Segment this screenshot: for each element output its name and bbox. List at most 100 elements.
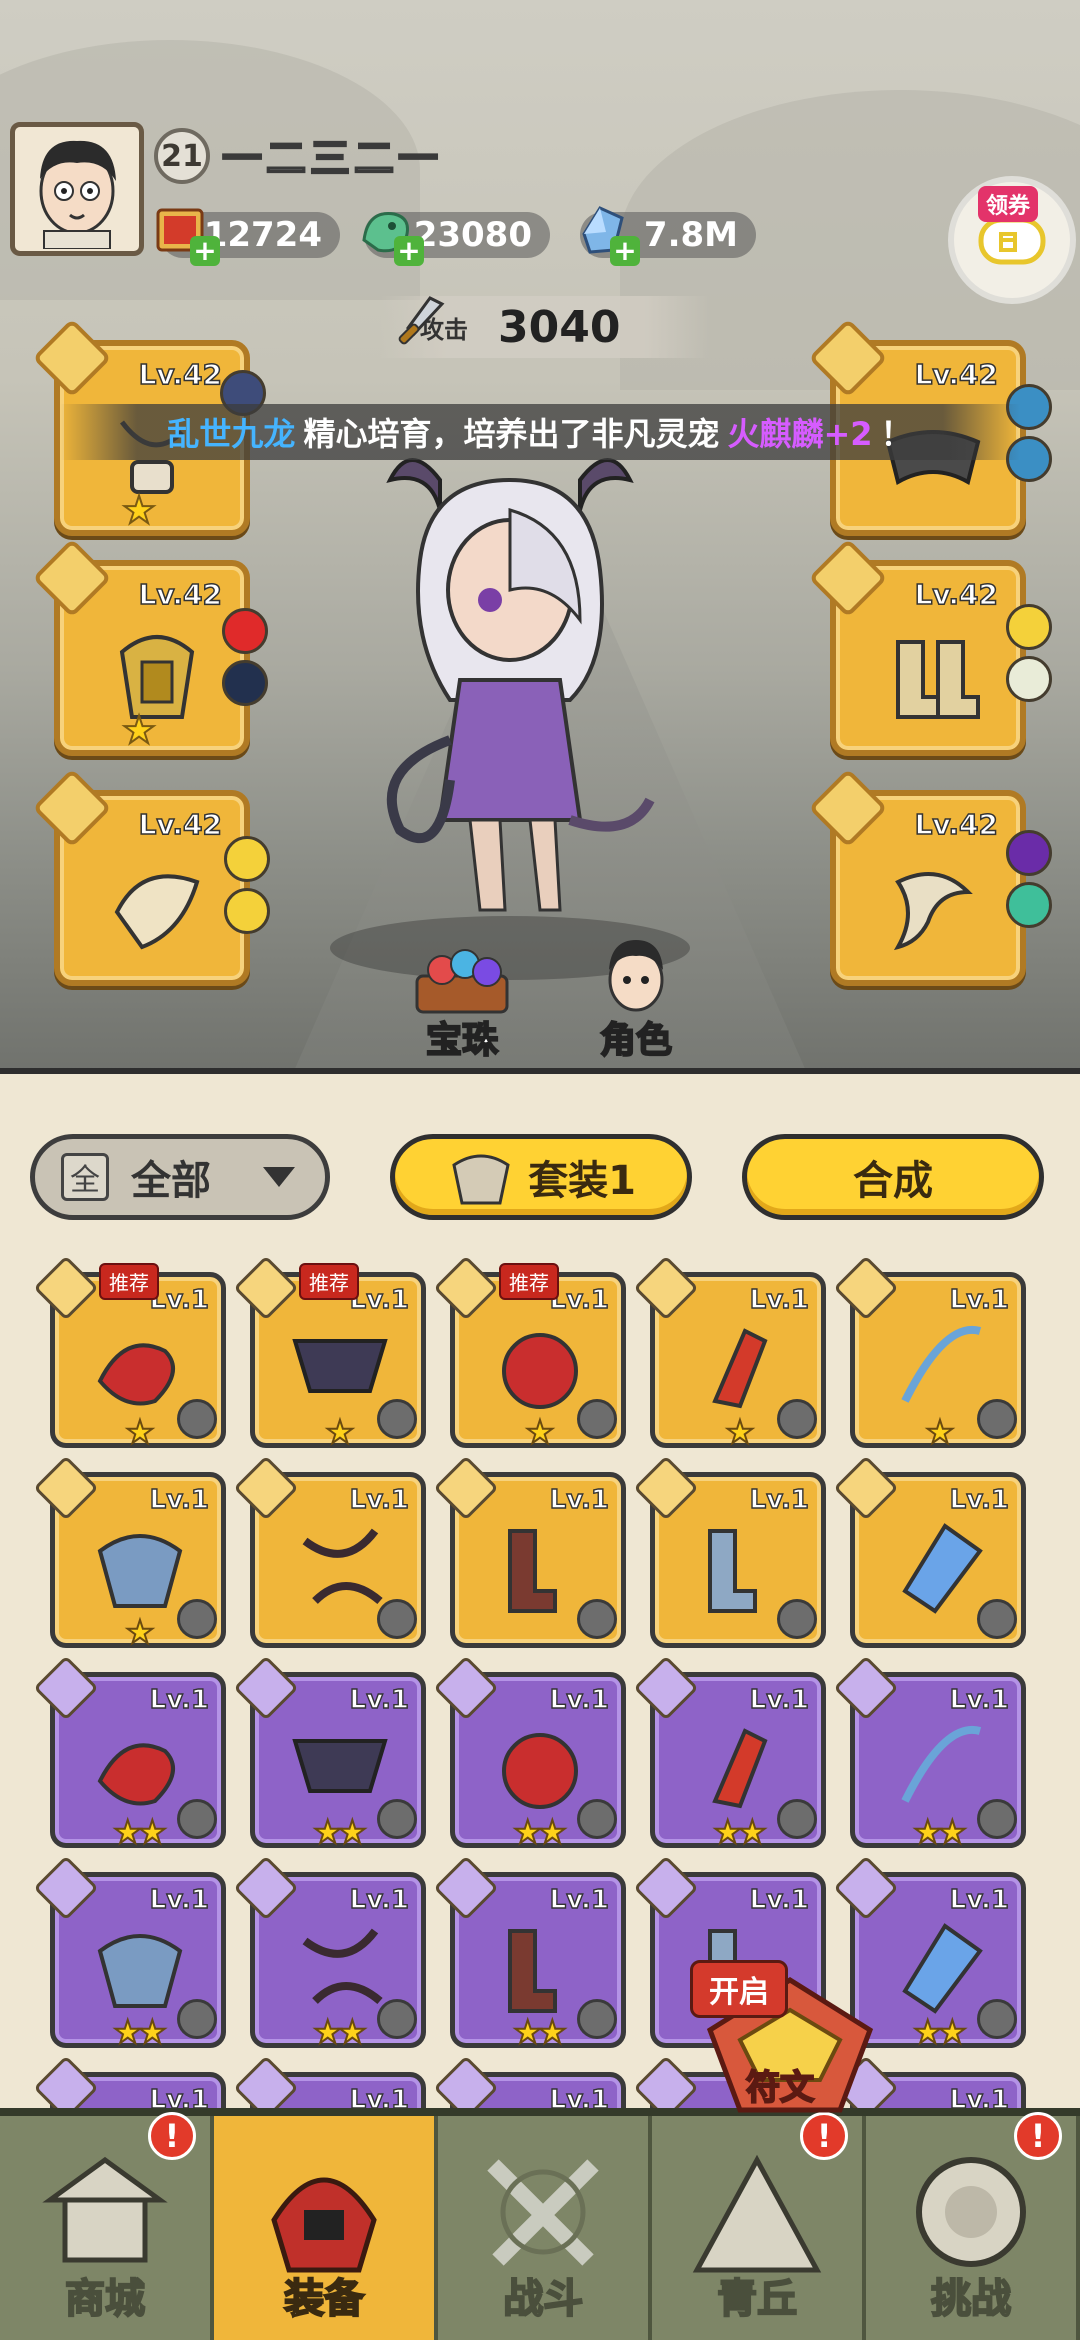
item-level: Lv.1 [749, 1284, 810, 1315]
attack-power-bar: 攻击 3040 [380, 296, 710, 358]
sword-icon [398, 296, 445, 345]
gold-gem-icon[interactable] [224, 836, 270, 882]
equip-level: Lv.42 [138, 357, 223, 392]
nav-tab[interactable]: 商城! [0, 2112, 214, 2340]
feather-helmet-icon [114, 874, 200, 950]
item-level: Lv.1 [149, 1884, 210, 1915]
equipment-icon [502, 1733, 578, 1809]
inventory-item[interactable]: Lv.1 ★★ [833, 1655, 1026, 1852]
inventory-item[interactable]: Lv.1 ★★ [633, 1655, 826, 1852]
merge-button-label: 合成 [853, 1158, 933, 1204]
equip-level: Lv.42 [914, 357, 999, 392]
resource-scroll[interactable]: + 12724 [156, 208, 340, 266]
add-jade-icon[interactable]: + [394, 236, 424, 266]
rune-open-badge: 开启 [690, 1960, 788, 2018]
nav-tab[interactable]: 战斗 [438, 2116, 653, 2340]
equip-slot-boots[interactable]: Lv.42 [808, 538, 1026, 756]
equip-slot-helmet[interactable]: Lv.42 [32, 768, 250, 986]
item-level: Lv.1 [949, 1484, 1010, 1515]
gold-gem-icon[interactable] [224, 888, 270, 934]
golden-armor-icon [119, 635, 195, 719]
inventory-item[interactable]: Lv.1 [833, 1455, 1026, 1648]
equipment-icon [97, 1934, 183, 2008]
equip-indicator-icon [577, 1799, 617, 1839]
nav-label: 装备 [283, 2275, 365, 2323]
broadcast-end: ！ [880, 415, 913, 453]
coupon-label[interactable]: 领券 [978, 186, 1039, 222]
equipment-icon [97, 1534, 183, 1608]
equip-indicator-icon [377, 1399, 417, 1439]
notification-badge: ! [147, 2112, 196, 2160]
star-gem-icon[interactable] [222, 660, 268, 706]
player-avatar[interactable] [10, 122, 144, 256]
inventory-item[interactable]: Lv.1 ★★ [33, 1855, 226, 2052]
equipment-icon [901, 1325, 982, 1403]
thunder-gem-icon[interactable] [1006, 830, 1052, 876]
inventory-item[interactable]: Lv.1 ★ [33, 1455, 226, 1652]
inventory-item[interactable]: Lv.1 ★ [833, 1255, 1026, 1452]
equipment-icon [502, 1333, 578, 1409]
equip-indicator-icon [977, 1799, 1017, 1839]
equip-indicator-icon [977, 1599, 1017, 1639]
inventory-item[interactable]: Lv.1 ★ 推荐 [433, 1255, 626, 1452]
inventory-item[interactable]: Lv.1 ★★ [233, 1855, 426, 2052]
gold-gem-icon[interactable] [1006, 604, 1052, 650]
mountain-icon [692, 2154, 822, 2273]
equip-slot-armor[interactable]: Lv.42 ★ [32, 538, 250, 756]
light-gem-icon[interactable] [1006, 656, 1052, 702]
inventory-item[interactable]: Lv.1 ★ [633, 1255, 826, 1452]
set-button-label: 套装1 [528, 1158, 636, 1204]
inventory-item[interactable]: Lv.1 ★★ [233, 1655, 426, 1852]
item-level: Lv.1 [149, 1484, 210, 1515]
inventory-item[interactable]: Lv.1 ★★ [433, 1655, 626, 1852]
wind-gem-icon[interactable] [1006, 882, 1052, 928]
broadcast-text: 精心培育，培养出了非凡灵宠 [303, 415, 720, 453]
equip-indicator-icon [177, 1799, 217, 1839]
item-level: Lv.1 [749, 1484, 810, 1515]
inventory-item[interactable]: Lv.1 ★★ [33, 1655, 226, 1852]
inventory-item[interactable]: Lv.1 ★ 推荐 [233, 1255, 426, 1452]
nav-tab[interactable]: 挑战! [866, 2112, 1080, 2340]
add-crystal-icon[interactable]: + [610, 236, 640, 266]
equip-indicator-icon [177, 1999, 217, 2039]
category-filter-dropdown[interactable]: 全 全部 [30, 1134, 330, 1220]
merge-button[interactable]: 合成 [742, 1134, 1044, 1220]
nav-label: 青丘 [716, 2275, 798, 2323]
add-scroll-icon[interactable]: + [190, 236, 220, 266]
equip-slot-accessory[interactable]: Lv.42 [808, 768, 1026, 986]
recommend-badge: 推荐 [499, 1263, 559, 1300]
fire-gem-icon[interactable] [222, 608, 268, 654]
system-broadcast: 乱世九龙 精心培育，培养出了非凡灵宠 火麒麟+2 ！ [60, 404, 1020, 460]
set-button[interactable]: 套装1 [390, 1134, 692, 1220]
orbs-button[interactable]: 宝珠 [392, 946, 532, 1063]
inventory-item[interactable]: Lv.1 [433, 1455, 626, 1648]
equip-indicator-icon [177, 1399, 217, 1439]
equipment-icon [302, 1928, 383, 2005]
helmet-type-icon [32, 768, 112, 848]
equip-indicator-icon [177, 1599, 217, 1639]
inventory-item[interactable]: Lv.1 [633, 1455, 826, 1648]
item-level: Lv.1 [549, 1684, 610, 1715]
resource-jade-dragon[interactable]: + 23080 [362, 212, 550, 266]
equip-indicator-icon [377, 1599, 417, 1639]
item-level: Lv.1 [549, 1484, 610, 1515]
nav-tab[interactable]: 青丘! [652, 2112, 867, 2340]
nav-tab[interactable]: 装备 [213, 2116, 439, 2340]
rune-button[interactable]: 开启 符文 [690, 1960, 890, 2120]
equipment-icon [302, 1528, 383, 1605]
item-level: Lv.1 [949, 1284, 1010, 1315]
attack-value: 3040 [498, 301, 621, 353]
filter-label: 全部 [131, 1158, 211, 1204]
equip-indicator-icon [577, 1999, 617, 2039]
inventory-item[interactable]: Lv.1 [233, 1455, 426, 1648]
inventory-item[interactable]: Lv.1 ★ 推荐 [33, 1255, 226, 1452]
notification-badge: ! [1014, 2112, 1063, 2160]
character-button[interactable]: 角色 [566, 930, 706, 1063]
equipment-icon [712, 1728, 768, 1809]
character-head-icon [608, 940, 664, 1012]
inventory-item[interactable]: Lv.1 ★★ [433, 1855, 626, 2052]
equipment-icon [712, 1328, 768, 1409]
crossed-swords-icon [487, 2159, 599, 2266]
resource-crystal[interactable]: + 7.8M [580, 206, 756, 266]
character-portrait[interactable] [330, 440, 690, 960]
